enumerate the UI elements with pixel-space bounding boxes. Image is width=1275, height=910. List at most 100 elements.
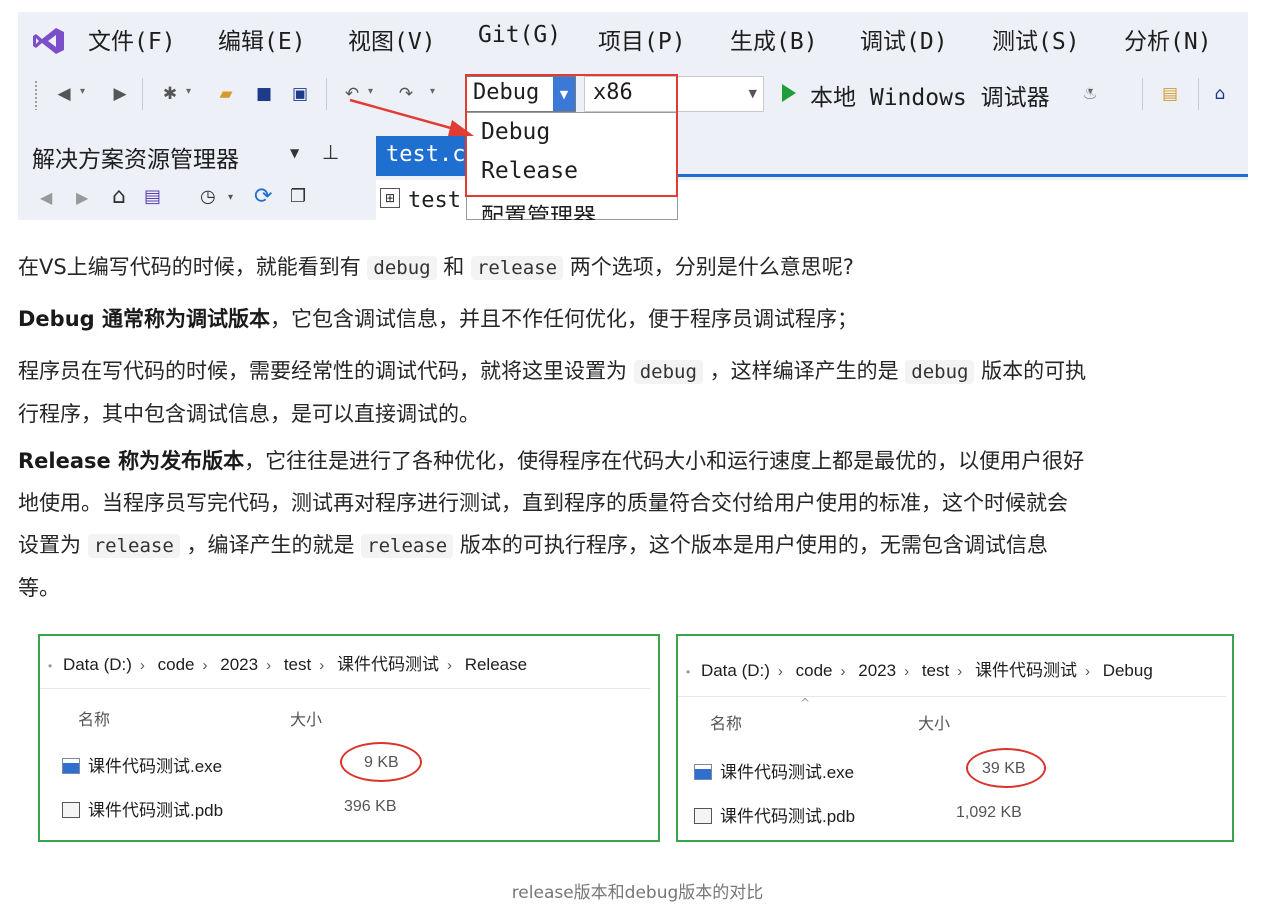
chevron-right-icon: › xyxy=(1084,663,1090,680)
text: 版本的可执行程序，这个版本是用户使用的，无需包含调试信息 xyxy=(459,533,1048,557)
solution-explorer-title: 解决方案资源管理器 xyxy=(32,147,239,173)
collapse-all-icon[interactable]: ❐ xyxy=(290,186,306,207)
text: 两个选项，分别是什么意思呢? xyxy=(569,255,854,279)
breadcrumb-item[interactable]: 2023 xyxy=(220,655,258,674)
inline-code: debug xyxy=(367,256,437,280)
bold-term: Release 称为发布版本 xyxy=(18,449,245,473)
solution-configuration-combo[interactable]: Debug ▼ xyxy=(466,76,576,112)
text: 设置为 xyxy=(18,533,81,557)
tab-test-c[interactable]: test.c xyxy=(376,136,468,176)
menu-edit[interactable]: 编辑(E) xyxy=(218,22,306,56)
inline-code: release xyxy=(87,534,180,558)
run-dropdown-icon[interactable]: ▾ xyxy=(1088,86,1093,97)
text: 在VS上编写代码的时候，就能看到有 xyxy=(18,255,361,279)
chevron-right-icon: › xyxy=(319,657,325,674)
start-debugging-icon[interactable] xyxy=(782,84,796,102)
menu-git[interactable]: Git(G) xyxy=(478,22,561,48)
pin-icon[interactable]: ⊥ xyxy=(322,140,339,164)
text: 行程序，其中包含调试信息，是可以直接调试的。 xyxy=(18,402,480,426)
paragraph-debug-definition: Debug 通常称为调试版本，它包含调试信息，并且不作任何优化，便于程序员调试程… xyxy=(18,298,1258,340)
visual-studio-logo-icon xyxy=(33,28,64,54)
chevron-right-icon: › xyxy=(446,657,452,674)
breadcrumb-item[interactable]: 课件代码测试 xyxy=(975,661,1077,680)
forward-icon[interactable]: ▶ xyxy=(76,188,88,207)
back-dropdown-icon[interactable]: ▾ xyxy=(80,86,85,97)
editor-project-selector[interactable]: test xyxy=(408,188,461,213)
menu-project[interactable]: 项目(P) xyxy=(598,22,686,56)
menu-debug[interactable]: 调试(D) xyxy=(860,22,948,56)
divider xyxy=(40,688,650,689)
chevron-down-icon[interactable]: ▼ xyxy=(749,87,757,100)
menu-analyze[interactable]: 分析(N) xyxy=(1124,22,1212,56)
option-release[interactable]: Release xyxy=(481,158,578,184)
switch-views-icon[interactable]: ▤ xyxy=(144,186,161,207)
breadcrumb-item[interactable]: Data (D:) xyxy=(701,661,770,680)
open-folder-icon[interactable]: ▰ xyxy=(214,82,238,106)
breadcrumb-item[interactable]: code xyxy=(796,661,833,680)
solution-platform-combo[interactable]: x86 ▼ xyxy=(584,76,764,112)
pending-changes-dropdown-icon[interactable]: ▾ xyxy=(228,192,233,203)
option-configuration-manager[interactable]: 配置管理器... xyxy=(481,197,638,220)
menu-test[interactable]: 测试(S) xyxy=(992,22,1080,56)
paragraph-debug-usage: 程序员在写代码的时候，需要经常性的调试代码，就将这里设置为 debug ，这样编… xyxy=(18,350,1258,435)
breadcrumb-item[interactable]: Release xyxy=(465,655,527,674)
new-item-icon[interactable]: ✱ xyxy=(158,82,182,106)
inline-code: release xyxy=(470,256,564,280)
panel-menu-dropdown-icon[interactable]: ▼ xyxy=(290,146,299,160)
refresh-icon[interactable]: ⟳ xyxy=(254,184,272,209)
breadcrumb: • Data (D:) › code › 2023 › test › 课件代码测试 › D… xyxy=(686,656,1153,681)
breadcrumb-item[interactable]: Data (D:) xyxy=(63,655,132,674)
column-header-size[interactable]: 大小 xyxy=(918,710,950,734)
menu-build[interactable]: 生成(B) xyxy=(730,22,818,56)
text: 程序员在写代码的时候，需要经常性的调试代码，就将这里设置为 xyxy=(18,359,627,383)
bold-term: Debug 通常称为调试版本 xyxy=(18,307,270,331)
home-window-icon[interactable]: ⌂ xyxy=(1208,82,1232,106)
file-size: 1,092 KB xyxy=(956,804,1022,821)
file-name: 课件代码测试.pdb xyxy=(720,807,856,826)
pending-changes-icon[interactable]: ◷ xyxy=(200,186,216,207)
breadcrumb-item[interactable]: 课件代码测试 xyxy=(337,655,439,674)
breadcrumb-item[interactable]: 2023 xyxy=(858,661,896,680)
file-row[interactable]: 课件代码测试.pdb xyxy=(694,802,855,827)
column-header-name[interactable]: 名称 xyxy=(78,706,110,730)
column-header-name[interactable]: 名称 xyxy=(710,710,742,734)
chevron-down-icon[interactable]: ▼ xyxy=(553,77,575,111)
file-row[interactable]: 课件代码测试.exe xyxy=(62,752,222,777)
pdb-icon xyxy=(62,802,80,818)
inline-code: release xyxy=(361,534,454,558)
toolbar-grip[interactable] xyxy=(34,80,38,110)
breadcrumb-item[interactable]: Debug xyxy=(1103,661,1153,680)
text: ，它包含调试信息，并且不作任何优化，便于程序员调试程序； xyxy=(270,307,858,331)
breadcrumb-item[interactable]: test xyxy=(284,655,311,674)
back-icon[interactable]: ◀ xyxy=(52,82,76,106)
chevron-right-icon: › xyxy=(139,657,145,674)
toolbar-separator xyxy=(1198,78,1199,110)
text: 地使用。当程序员写完代码，测试再对程序进行测试，直到程序的质量符合交付给用户使用… xyxy=(18,491,1068,515)
file-size: 396 KB xyxy=(344,798,397,815)
nav-dot-icon: • xyxy=(686,665,691,679)
breadcrumb-item[interactable]: code xyxy=(158,655,195,674)
file-row[interactable]: 课件代码测试.exe xyxy=(694,758,854,783)
chevron-right-icon: › xyxy=(777,663,783,680)
find-in-files-icon[interactable]: ▤ xyxy=(1158,82,1182,106)
forward-icon[interactable]: ▶ xyxy=(108,82,132,106)
annotation-arrow-icon xyxy=(349,98,474,136)
file-name: 课件代码测试.exe xyxy=(88,757,223,776)
menu-view[interactable]: 视图(V) xyxy=(348,22,436,56)
chevron-right-icon: › xyxy=(266,657,272,674)
home-icon[interactable]: ⌂ xyxy=(112,184,126,209)
start-debugging-button[interactable]: 本地 Windows 调试器 xyxy=(810,78,1050,112)
new-item-dropdown-icon[interactable]: ▾ xyxy=(186,86,191,97)
solution-explorer-panel: 解决方案资源管理器 ▼ ⊥ ◀ ▶ ⌂ ▤ ◷ ▾ ⟳ ❐ xyxy=(18,130,363,220)
column-header-size[interactable]: 大小 xyxy=(290,706,322,730)
file-name: 课件代码测试.pdb xyxy=(88,801,224,820)
back-icon[interactable]: ◀ xyxy=(40,188,52,207)
option-debug[interactable]: Debug xyxy=(481,119,550,145)
configuration-dropdown-list: Debug Release 配置管理器... xyxy=(466,112,678,220)
file-row[interactable]: 课件代码测试.pdb xyxy=(62,796,223,821)
chevron-right-icon: › xyxy=(202,657,208,674)
save-icon[interactable]: ■ xyxy=(252,82,276,106)
menu-file[interactable]: 文件(F) xyxy=(88,22,176,56)
save-all-icon[interactable]: ▣ xyxy=(288,82,312,106)
breadcrumb-item[interactable]: test xyxy=(922,661,949,680)
